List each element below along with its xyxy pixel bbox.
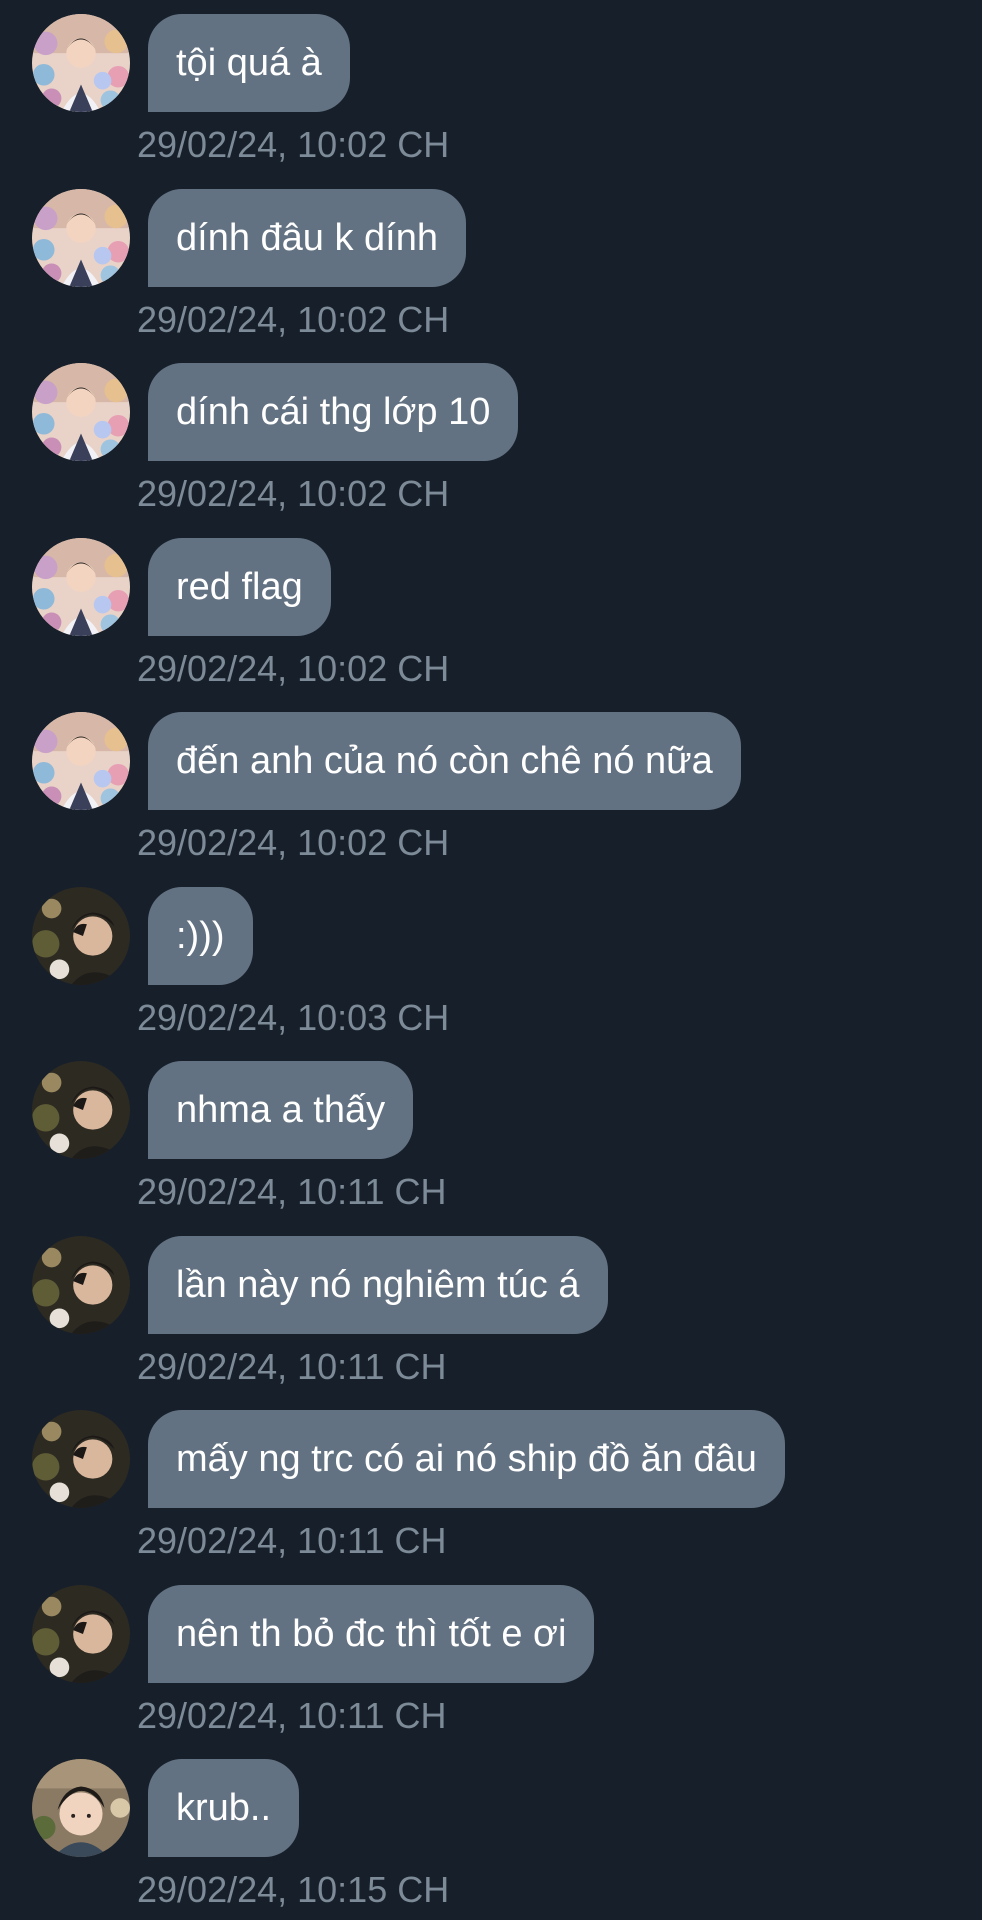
message-timestamp: 29/02/24, 10:11 CH: [137, 1694, 447, 1736]
message-row: krub.. 29/02/24, 10:15 CH: [0, 1745, 982, 1919]
message-timestamp: 29/02/24, 10:02 CH: [137, 822, 450, 863]
message-bubble[interactable]: tội quá à: [148, 14, 350, 112]
message-timestamp: 29/02/24, 10:02 CH: [137, 124, 450, 165]
sender-avatar[interactable]: [32, 1410, 130, 1508]
message-timestamp: 29/02/24, 10:11 CH: [137, 1171, 447, 1212]
message-timestamp: 29/02/24, 10:11 CH: [137, 1345, 447, 1387]
message-row: nên th bỏ đc thì tốt e ơi 29/02/24, 10:11…: [0, 1571, 982, 1745]
message-bubble[interactable]: nhma a thấy: [148, 1061, 414, 1159]
message-bubble[interactable]: dính cái thg lớp 10: [148, 363, 519, 461]
sender-avatar[interactable]: [32, 1236, 130, 1334]
message-timestamp: 29/02/24, 10:02 CH: [137, 298, 450, 340]
message-row: nhma a thấy 29/02/24, 10:11 CH: [0, 1047, 982, 1221]
message-bubble[interactable]: krub..: [148, 1759, 300, 1857]
sender-avatar[interactable]: [32, 1061, 130, 1159]
message-row: tội quá à 29/02/24, 10:02 CH: [0, 0, 982, 174]
chat-thread[interactable]: tội quá à 29/02/24, 10:02 CH dính đâu k dí…: [0, 0, 982, 1920]
message-row: :))) 29/02/24, 10:03 CH: [0, 873, 982, 1047]
message-bubble[interactable]: lần này nó nghiêm túc á: [148, 1235, 608, 1334]
sender-avatar[interactable]: [32, 189, 130, 287]
message-bubble[interactable]: dính đâu k dính: [148, 188, 466, 287]
message-timestamp: 29/02/24, 10:03 CH: [137, 996, 450, 1038]
sender-avatar[interactable]: [32, 363, 130, 461]
message-timestamp: 29/02/24, 10:11 CH: [137, 1520, 447, 1561]
message-timestamp: 29/02/24, 10:02 CH: [137, 473, 450, 514]
message-row: lần này nó nghiêm túc á 29/02/24, 10:11 C…: [0, 1222, 982, 1396]
message-timestamp: 29/02/24, 10:02 CH: [137, 647, 450, 689]
message-row: mấy ng trc có ai nó ship đồ ăn đâu 29/02/…: [0, 1396, 982, 1570]
sender-avatar[interactable]: [32, 538, 130, 636]
sender-avatar[interactable]: [32, 1585, 130, 1683]
sender-avatar[interactable]: [32, 712, 130, 810]
message-bubble[interactable]: nên th bỏ đc thì tốt e ơi: [148, 1584, 595, 1683]
message-bubble[interactable]: đến anh của nó còn chê nó nữa: [148, 712, 741, 810]
message-bubble[interactable]: red flag: [148, 537, 331, 636]
sender-avatar[interactable]: [32, 887, 130, 985]
message-timestamp: 29/02/24, 10:15 CH: [137, 1869, 450, 1910]
sender-avatar[interactable]: [32, 14, 130, 112]
message-row: đến anh của nó còn chê nó nữa 29/02/24, 1…: [0, 698, 982, 872]
message-bubble[interactable]: :))): [148, 886, 253, 985]
sender-avatar[interactable]: [32, 1759, 130, 1857]
message-row: red flag 29/02/24, 10:02 CH: [0, 524, 982, 698]
message-row: dính đâu k dính 29/02/24, 10:02 CH: [0, 175, 982, 349]
message-bubble[interactable]: mấy ng trc có ai nó ship đồ ăn đâu: [148, 1410, 785, 1508]
message-row: dính cái thg lớp 10 29/02/24, 10:02 CH: [0, 349, 982, 523]
